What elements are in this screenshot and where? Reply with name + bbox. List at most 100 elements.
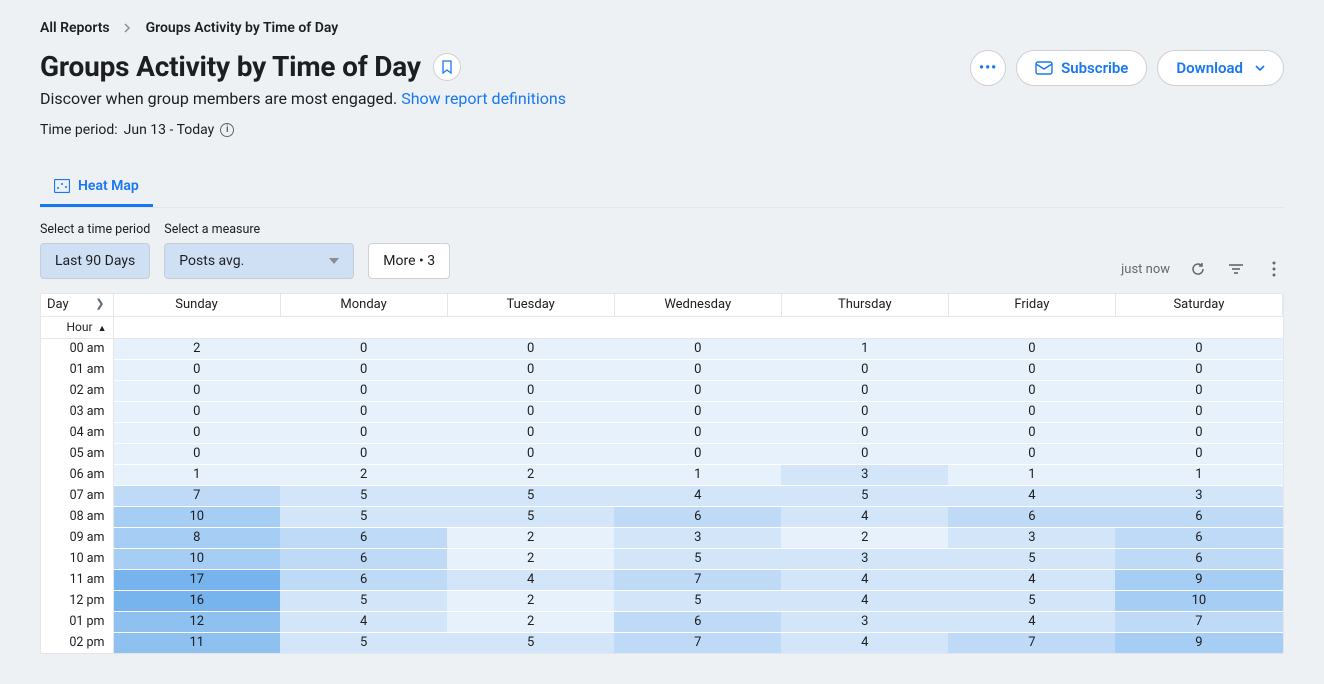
heatmap-cell[interactable]: 2 [113, 338, 280, 359]
heatmap-cell[interactable]: 0 [1115, 380, 1282, 401]
day-header[interactable]: Saturday [1115, 294, 1282, 316]
heatmap-cell[interactable]: 6 [280, 569, 447, 590]
heatmap-cell[interactable]: 6 [280, 548, 447, 569]
day-header[interactable]: Tuesday [447, 294, 614, 316]
heatmap-cell[interactable]: 0 [948, 338, 1115, 359]
heatmap-cell[interactable]: 4 [280, 611, 447, 632]
info-icon[interactable]: i [220, 123, 234, 137]
heatmap-cell[interactable]: 3 [781, 611, 948, 632]
heatmap-cell[interactable]: 10 [113, 548, 280, 569]
day-header[interactable]: Monday [280, 294, 447, 316]
heatmap-cell[interactable]: 4 [447, 569, 614, 590]
heatmap-cell[interactable]: 1 [1115, 464, 1282, 485]
heatmap-cell[interactable]: 0 [781, 380, 948, 401]
heatmap-cell[interactable]: 0 [781, 401, 948, 422]
heatmap-cell[interactable]: 0 [1115, 443, 1282, 464]
heatmap-cell[interactable]: 0 [614, 338, 781, 359]
heatmap-cell[interactable]: 0 [447, 359, 614, 380]
heatmap-cell[interactable]: 17 [113, 569, 280, 590]
subscribe-button[interactable]: Subscribe [1016, 50, 1147, 86]
heatmap-cell[interactable]: 0 [280, 443, 447, 464]
heatmap-cell[interactable]: 9 [1115, 569, 1282, 590]
heatmap-cell[interactable]: 10 [1115, 590, 1282, 611]
heatmap-cell[interactable]: 6 [280, 527, 447, 548]
heatmap-cell[interactable]: 5 [280, 632, 447, 653]
heatmap-cell[interactable]: 0 [113, 443, 280, 464]
heatmap-cell[interactable]: 1 [614, 464, 781, 485]
heatmap-cell[interactable]: 1 [113, 464, 280, 485]
heatmap-cell[interactable]: 0 [781, 422, 948, 443]
heatmap-cell[interactable]: 0 [948, 422, 1115, 443]
heatmap-cell[interactable]: 4 [614, 485, 781, 506]
filter-button[interactable] [1226, 259, 1246, 279]
heatmap-cell[interactable]: 0 [447, 443, 614, 464]
heatmap-cell[interactable]: 0 [113, 401, 280, 422]
heatmap-cell[interactable]: 0 [447, 422, 614, 443]
heatmap-cell[interactable]: 0 [614, 443, 781, 464]
heatmap-cell[interactable]: 7 [614, 569, 781, 590]
heatmap-cell[interactable]: 8 [113, 527, 280, 548]
heatmap-cell[interactable]: 6 [1115, 527, 1282, 548]
heatmap-cell[interactable]: 3 [781, 548, 948, 569]
heatmap-cell[interactable]: 16 [113, 590, 280, 611]
refresh-button[interactable] [1188, 259, 1208, 279]
heatmap-cell[interactable]: 5 [948, 590, 1115, 611]
heatmap-cell[interactable]: 5 [280, 485, 447, 506]
heatmap-cell[interactable]: 4 [781, 632, 948, 653]
heatmap-cell[interactable]: 5 [280, 590, 447, 611]
heatmap-cell[interactable]: 2 [447, 527, 614, 548]
heatmap-cell[interactable]: 0 [948, 380, 1115, 401]
breadcrumb-root[interactable]: All Reports [40, 20, 110, 36]
heatmap-cell[interactable]: 4 [781, 506, 948, 527]
heatmap-cell[interactable]: 0 [113, 359, 280, 380]
heatmap-cell[interactable]: 2 [447, 590, 614, 611]
more-actions-button[interactable]: ••• [970, 50, 1006, 86]
heatmap-cell[interactable]: 7 [113, 485, 280, 506]
heatmap-cell[interactable]: 6 [1115, 506, 1282, 527]
day-header[interactable]: Wednesday [614, 294, 781, 316]
heatmap-cell[interactable]: 2 [280, 464, 447, 485]
heatmap-cell[interactable]: 0 [781, 443, 948, 464]
heatmap-cell[interactable]: 3 [948, 527, 1115, 548]
heatmap-cell[interactable]: 5 [614, 590, 781, 611]
heatmap-cell[interactable]: 2 [447, 464, 614, 485]
heatmap-cell[interactable]: 3 [781, 464, 948, 485]
heatmap-cell[interactable]: 6 [614, 611, 781, 632]
heatmap-cell[interactable]: 2 [781, 527, 948, 548]
heatmap-cell[interactable]: 7 [948, 632, 1115, 653]
heatmap-cell[interactable]: 4 [781, 590, 948, 611]
heatmap-cell[interactable]: 5 [781, 485, 948, 506]
measure-select[interactable]: Posts avg. [164, 243, 354, 279]
heatmap-cell[interactable]: 6 [614, 506, 781, 527]
heatmap-cell[interactable]: 0 [614, 401, 781, 422]
heatmap-cell[interactable]: 6 [1115, 548, 1282, 569]
download-button[interactable]: Download [1157, 50, 1284, 86]
day-header[interactable]: Friday [948, 294, 1115, 316]
heatmap-cell[interactable]: 0 [1115, 359, 1282, 380]
show-definitions-link[interactable]: Show report definitions [401, 89, 566, 108]
heatmap-cell[interactable]: 0 [1115, 401, 1282, 422]
heatmap-cell[interactable]: 0 [948, 401, 1115, 422]
heatmap-cell[interactable]: 0 [280, 422, 447, 443]
heatmap-cell[interactable]: 0 [280, 401, 447, 422]
heatmap-cell[interactable]: 4 [948, 611, 1115, 632]
heatmap-cell[interactable]: 1 [948, 464, 1115, 485]
heatmap-cell[interactable]: 5 [948, 548, 1115, 569]
heatmap-cell[interactable]: 12 [113, 611, 280, 632]
heatmap-cell[interactable]: 0 [447, 401, 614, 422]
heatmap-cell[interactable]: 7 [1115, 611, 1282, 632]
heatmap-cell[interactable]: 0 [1115, 338, 1282, 359]
table-options-button[interactable] [1264, 259, 1284, 279]
day-header[interactable]: Sunday [113, 294, 280, 316]
tab-heatmap[interactable]: Heat Map [40, 168, 153, 207]
heatmap-cell[interactable]: 0 [113, 380, 280, 401]
heatmap-cell[interactable]: 0 [447, 380, 614, 401]
heatmap-cell[interactable]: 0 [948, 359, 1115, 380]
heatmap-cell[interactable]: 7 [614, 632, 781, 653]
heatmap-cell[interactable]: 2 [447, 548, 614, 569]
heatmap-cell[interactable]: 5 [447, 632, 614, 653]
heatmap-cell[interactable]: 1 [781, 338, 948, 359]
heatmap-cell[interactable]: 6 [948, 506, 1115, 527]
heatmap-cell[interactable]: 0 [614, 422, 781, 443]
heatmap-cell[interactable]: 0 [1115, 422, 1282, 443]
